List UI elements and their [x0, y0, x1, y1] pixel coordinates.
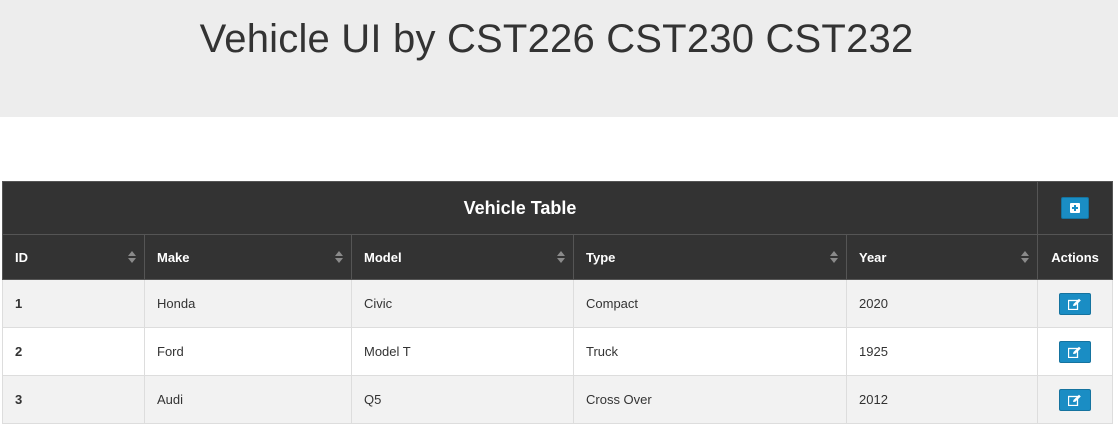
table-row: 3 Audi Q5 Cross Over 2012: [2, 375, 1114, 424]
sort-icon[interactable]: [335, 251, 343, 263]
table-row: 2 Ford Model T Truck 1925: [2, 327, 1114, 376]
cell-actions: [1037, 375, 1114, 424]
cell-actions: [1037, 279, 1114, 328]
sort-icon[interactable]: [1021, 251, 1030, 263]
table-row: 1 Honda Civic Compact 2020: [2, 279, 1114, 328]
sort-icon[interactable]: [128, 251, 136, 263]
cell-id: 1: [2, 279, 145, 328]
page-title: Vehicle UI by CST226 CST230 CST232: [199, 17, 914, 61]
cell-make: Honda: [144, 279, 352, 328]
sort-icon[interactable]: [557, 251, 565, 263]
cell-year: 2020: [845, 279, 1039, 328]
cell-year: 1925: [845, 327, 1039, 376]
cell-model: Q5: [351, 375, 574, 424]
plus-square-icon: [1070, 203, 1081, 213]
cell-year: 2012: [845, 375, 1039, 424]
column-header-make[interactable]: Make: [144, 234, 352, 280]
table-title-row: Vehicle Table: [1, 181, 1114, 235]
cell-type: Truck: [573, 327, 847, 376]
cell-make: Audi: [144, 375, 352, 424]
edit-vehicle-button[interactable]: [1059, 340, 1092, 363]
cell-type: Compact: [573, 279, 847, 328]
column-header-model[interactable]: Model: [351, 234, 574, 280]
vehicle-table-container: Vehicle Table ID Make Model Type Year Ac…: [1, 181, 1114, 424]
cell-type: Cross Over: [573, 375, 847, 424]
cell-model: Model T: [351, 327, 574, 376]
column-header-type[interactable]: Type: [573, 234, 847, 280]
cell-id: 2: [2, 327, 145, 376]
vehicle-table: Vehicle Table ID Make Model Type Year Ac…: [1, 181, 1114, 424]
column-header-id[interactable]: ID: [2, 234, 145, 280]
column-header-label: Type: [586, 249, 616, 265]
column-header-label: ID: [15, 249, 28, 265]
add-vehicle-button[interactable]: [1061, 197, 1090, 219]
column-header-label: Make: [157, 249, 190, 265]
column-header-label: Year: [859, 249, 887, 265]
table-caption: Vehicle Table: [1, 181, 1039, 235]
column-header-actions: Actions: [1037, 234, 1114, 280]
column-header-label: Model: [364, 249, 402, 265]
cell-actions: [1037, 327, 1114, 376]
edit-vehicle-button[interactable]: [1059, 388, 1092, 411]
cell-model: Civic: [351, 279, 574, 328]
table-header-row: ID Make Model Type Year Actions: [2, 234, 1114, 280]
add-cell: [1037, 181, 1114, 235]
cell-make: Ford: [144, 327, 352, 376]
cell-id: 3: [2, 375, 145, 424]
header-banner: Vehicle UI by CST226 CST230 CST232: [0, 0, 1118, 117]
sort-icon[interactable]: [830, 251, 838, 263]
edit-vehicle-button[interactable]: [1059, 292, 1092, 315]
column-header-year[interactable]: Year: [845, 234, 1039, 280]
